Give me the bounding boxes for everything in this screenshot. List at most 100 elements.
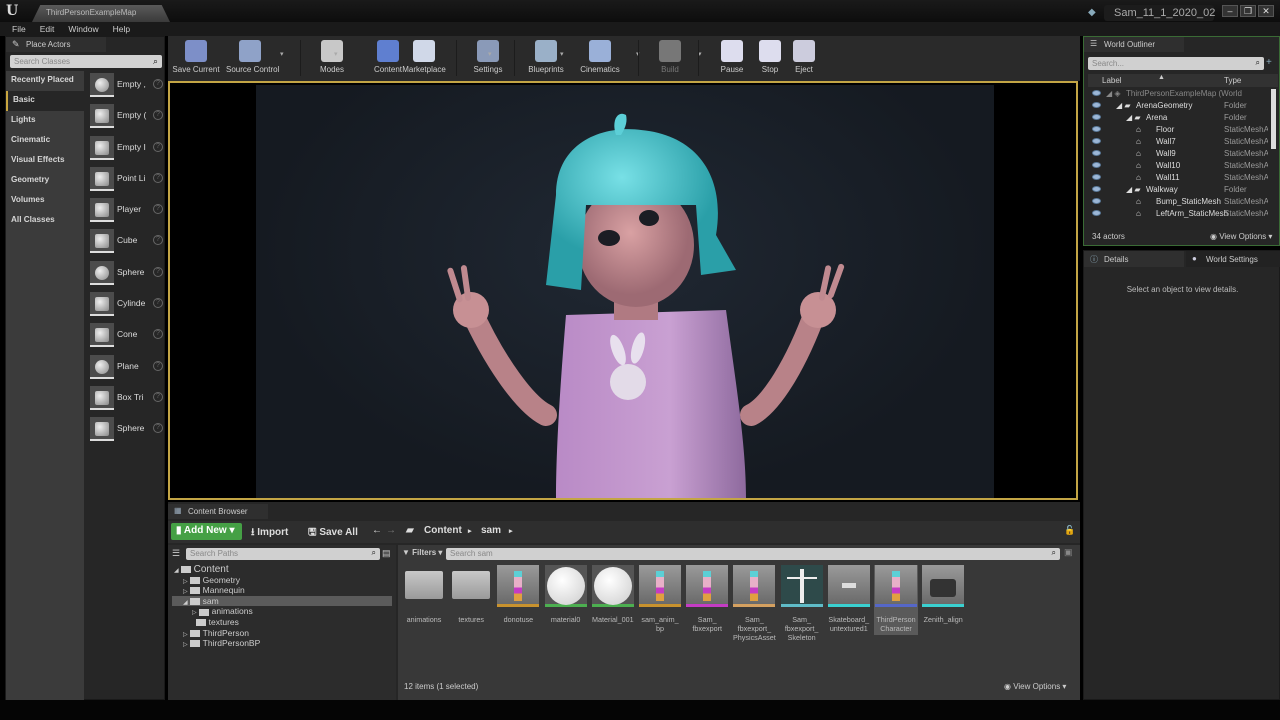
asset-tile[interactable]: textures — [449, 565, 493, 624]
level-viewport[interactable] — [168, 81, 1078, 500]
outliner-scrollbar[interactable] — [1271, 89, 1276, 149]
asset-tile[interactable]: sam_anim_ bp — [638, 565, 682, 633]
breadcrumb-content[interactable]: Content — [424, 525, 462, 536]
folder-tree-item[interactable]: ◢ sam — [172, 595, 392, 607]
help-icon[interactable]: ? — [153, 423, 163, 434]
content-browser-tab[interactable]: ▦ Content Browser — [168, 504, 268, 519]
category-visual-effects[interactable]: Visual Effects — [6, 151, 84, 171]
dropdown-arrow-icon[interactable]: ▾ — [334, 50, 338, 58]
menu-help[interactable]: Help — [113, 24, 130, 34]
help-icon[interactable]: ? — [153, 110, 163, 121]
collapse-tree-icon[interactable]: ☰ — [172, 548, 180, 559]
outliner-row[interactable]: ◢ ◈ ThirdPersonExampleMap (World — [1088, 89, 1268, 101]
add-new-button[interactable]: ▮ Add New ▾ — [171, 523, 242, 540]
breadcrumb-chevron-icon[interactable]: ▸ — [509, 527, 513, 535]
expand-arrow-icon[interactable]: ◢ — [183, 600, 188, 606]
folder-tree-item[interactable]: ◢ Content — [172, 564, 392, 575]
outliner-row[interactable]: ⌂ Wall10 StaticMeshAc — [1088, 161, 1268, 173]
close-button[interactable]: ✕ — [1258, 5, 1274, 17]
outliner-row[interactable]: ⌂ Wall7 StaticMeshAc — [1088, 137, 1268, 149]
actor-item[interactable]: Empty I ? — [88, 134, 164, 165]
folder-tree-item[interactable]: ▷ animations — [172, 606, 392, 617]
actor-item[interactable]: Plane ? — [88, 353, 164, 384]
restore-button[interactable]: ❐ — [1240, 5, 1256, 17]
blueprints-button[interactable]: Blueprints — [522, 38, 570, 78]
menu-file[interactable]: File — [12, 24, 26, 34]
folder-tree-item[interactable]: ▷ Geometry — [172, 575, 392, 586]
place-actors-tab[interactable]: ✎ Place Actors — [6, 37, 106, 52]
dropdown-arrow-icon[interactable]: ▾ — [280, 50, 284, 58]
viewport-scene[interactable] — [256, 85, 994, 498]
outliner-search-input[interactable]: Search... ⌕ — [1088, 57, 1264, 70]
actor-item[interactable]: Empty , ? — [88, 71, 164, 102]
details-tab[interactable]: ⓘ Details — [1084, 251, 1184, 267]
category-all-classes[interactable]: All Classes — [6, 211, 84, 231]
outliner-row[interactable]: ⌂ Wall9 StaticMeshAc — [1088, 149, 1268, 161]
actor-item[interactable]: Player ? — [88, 196, 164, 227]
col-type-header[interactable]: Type — [1224, 76, 1241, 85]
actor-item[interactable]: Empty ( ? — [88, 102, 164, 133]
collections-toggle-icon[interactable]: ▤ — [382, 548, 391, 559]
menu-window[interactable]: Window — [68, 24, 98, 34]
help-icon[interactable]: ? — [153, 172, 163, 183]
category-recently-placed[interactable]: Recently Placed — [6, 71, 84, 91]
outliner-row[interactable]: ⌂ Wall11 StaticMeshAc — [1088, 173, 1268, 185]
dropdown-arrow-icon[interactable]: ▾ — [560, 50, 564, 58]
visibility-eye-icon[interactable] — [1092, 150, 1101, 156]
cinematics-button[interactable]: Cinematics — [576, 38, 624, 78]
asset-tile[interactable]: animations — [402, 565, 446, 624]
actor-item[interactable]: Sphere ? — [88, 259, 164, 290]
view-options-button[interactable]: ◉ View Options ▾ — [1210, 232, 1272, 241]
outliner-row[interactable]: ⌂ Floor StaticMeshAc — [1088, 125, 1268, 137]
help-icon[interactable]: ? — [153, 391, 163, 402]
expand-arrow-icon[interactable]: ▷ — [183, 642, 188, 648]
actor-item[interactable]: Cube ? — [88, 227, 164, 258]
outliner-row[interactable]: ◢ ▰ ArenaGeometry Folder — [1088, 101, 1268, 113]
outliner-row[interactable]: ◢ ▰ Walkway Folder — [1088, 185, 1268, 197]
asset-tile[interactable]: material0 — [544, 565, 588, 624]
actor-item[interactable]: Box Tri ? — [88, 384, 164, 415]
expand-arrow-icon[interactable]: ▷ — [183, 589, 188, 595]
back-button[interactable]: ← — [372, 525, 382, 536]
folder-tree-item[interactable]: textures — [172, 617, 392, 628]
expand-arrow-icon[interactable]: ◢ — [174, 568, 179, 574]
visibility-eye-icon[interactable] — [1092, 138, 1101, 144]
asset-tile[interactable]: Sam_ fbxexport_ PhysicsAsset — [732, 565, 776, 642]
visibility-eye-icon[interactable] — [1092, 90, 1101, 96]
save-current-button[interactable]: Save Current — [172, 38, 220, 78]
category-cinematic[interactable]: Cinematic — [6, 131, 84, 151]
folder-tree-item[interactable]: ▷ Mannequin — [172, 585, 392, 596]
outliner-row[interactable]: ⌂ Bump_StaticMesh StaticMeshAc — [1088, 197, 1268, 209]
visibility-eye-icon[interactable] — [1092, 186, 1101, 192]
breadcrumb-sam[interactable]: sam — [481, 525, 501, 536]
minimize-button[interactable]: – — [1222, 5, 1238, 17]
help-icon[interactable]: ? — [153, 141, 163, 152]
build-button[interactable]: Build — [646, 38, 694, 78]
visibility-eye-icon[interactable] — [1092, 174, 1101, 180]
help-icon[interactable]: ? — [153, 235, 163, 246]
expand-arrow-icon[interactable]: ▷ — [192, 610, 197, 616]
expand-arrow-icon[interactable] — [192, 621, 194, 627]
category-geometry[interactable]: Geometry — [6, 171, 84, 191]
asset-tile[interactable]: Skateboard_ untextured1 — [827, 565, 871, 633]
help-icon[interactable]: ? — [153, 266, 163, 277]
actor-item[interactable]: Cone ? — [88, 321, 164, 352]
dropdown-arrow-icon[interactable]: ▾ — [488, 50, 492, 58]
expand-arrow-icon[interactable]: ▷ — [183, 579, 188, 585]
settings-button[interactable]: Settings — [464, 38, 512, 78]
visibility-eye-icon[interactable] — [1092, 126, 1101, 132]
category-basic[interactable]: Basic — [6, 91, 84, 111]
col-label-header[interactable]: Label — [1102, 76, 1122, 85]
map-tab[interactable]: ThirdPersonExampleMap — [32, 5, 170, 22]
folder-tree-item[interactable]: ▷ ThirdPersonBP — [172, 638, 392, 649]
asset-tile[interactable]: Material_001 — [591, 565, 635, 624]
help-icon[interactable]: ? — [153, 204, 163, 215]
visibility-eye-icon[interactable] — [1092, 114, 1101, 120]
add-filter-icon[interactable]: + — [1266, 57, 1272, 68]
asset-tile[interactable]: ThirdPerson Character — [874, 565, 918, 635]
import-button[interactable]: ⭳ Import — [251, 525, 288, 542]
view-options-button[interactable]: ◉ View Options ▾ — [1004, 682, 1066, 691]
visibility-eye-icon[interactable] — [1092, 210, 1101, 216]
asset-tile[interactable]: Zenith_align — [921, 565, 965, 624]
modes-button[interactable]: Modes — [308, 38, 356, 78]
